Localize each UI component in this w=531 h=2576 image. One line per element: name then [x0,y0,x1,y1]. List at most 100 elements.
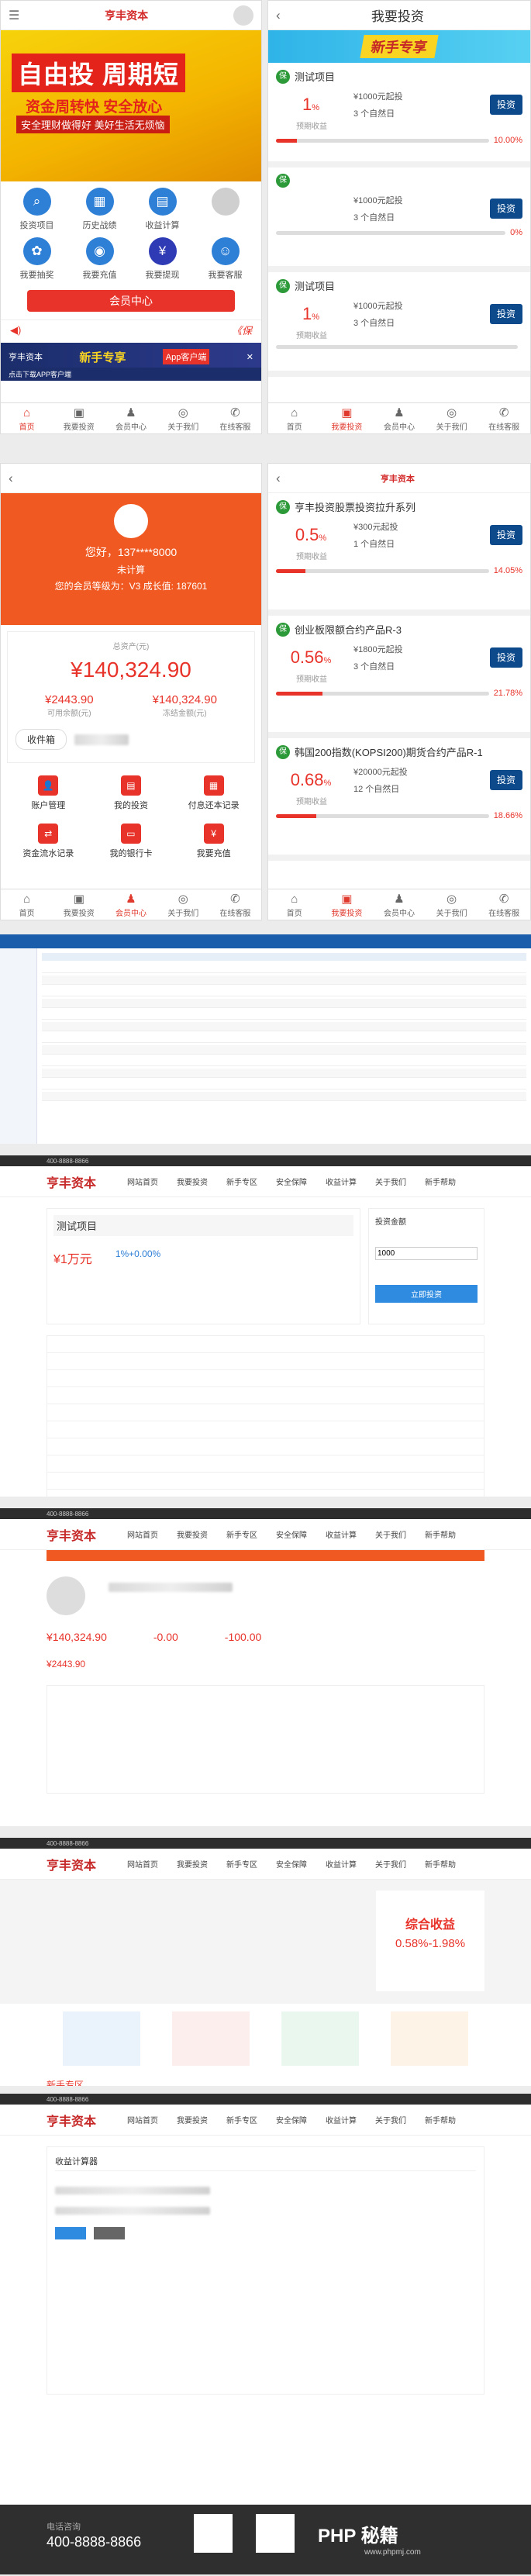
table-row[interactable] [42,1045,526,1055]
inbox-tab[interactable]: 收件箱 [16,729,67,750]
nav-item-3[interactable]: ◎ 关于我们 [426,889,478,920]
nav-item-1[interactable]: ▣ 我要投资 [321,889,374,920]
desktop-nav-item[interactable]: 网站首页 [127,2114,158,2125]
nav-item-2[interactable]: ♟ 会员中心 [105,889,157,920]
desktop-nav-item[interactable]: 收益计算 [326,2114,357,2125]
table-row[interactable] [42,999,526,1008]
desktop-nav-item[interactable]: 关于我们 [375,2114,406,2125]
member-center-button[interactable]: 会员中心 [27,290,235,312]
desktop-nav-item[interactable]: 新手帮助 [425,2114,456,2125]
invest-button[interactable]: 投资 [490,95,522,115]
desktop-nav-item[interactable]: 安全保障 [276,1858,307,1870]
desktop-nav-item[interactable]: 新手帮助 [425,1176,456,1187]
nav-item-1[interactable]: ▣ 我要投资 [53,403,105,433]
nav-item-3[interactable]: ◎ 关于我们 [157,403,209,433]
product-card[interactable]: 保韩国200指数(KOPSI200)期货合约产品R-1 0.68% ¥20000元起… [268,738,530,861]
table-row[interactable] [42,1022,526,1031]
desktop-nav-item[interactable]: 关于我们 [375,1528,406,1540]
invest-now-button[interactable]: 立即投资 [375,1285,478,1303]
nav-item-2[interactable]: ♟ 会员中心 [373,403,426,433]
menu-icon[interactable]: ☰ [9,8,19,23]
nav-item-4[interactable]: ✆ 在线客服 [478,889,530,920]
invest-button[interactable]: 投资 [490,770,522,790]
account-menu-item[interactable]: ⇄ 资金流水记录 [7,817,90,865]
desktop-nav-item[interactable]: 我要投资 [177,1176,208,1187]
nav-item-0[interactable]: ⌂ 首页 [268,403,321,433]
desktop-nav-item[interactable]: 安全保障 [276,1176,307,1187]
desktop-nav-item[interactable]: 我要投资 [177,2114,208,2125]
desktop-nav-item[interactable]: 网站首页 [127,1176,158,1187]
desktop-nav-item[interactable]: 新手专区 [226,1528,257,1540]
quick-menu-item[interactable]: ✿ 我要抽奖 [5,237,68,281]
nav-item-3[interactable]: ◎ 关于我们 [426,403,478,433]
nav-item-1[interactable]: ▣ 我要投资 [53,889,105,920]
nav-item-2[interactable]: ♟ 会员中心 [373,889,426,920]
nav-item-0[interactable]: ⌂ 首页 [268,889,321,920]
invest-button[interactable]: 投资 [490,304,522,324]
quick-menu-item[interactable]: ☺ 我要客服 [194,237,257,281]
account-menu-item[interactable]: ▭ 我的银行卡 [90,817,173,865]
desktop-nav-item[interactable]: 收益计算 [326,1176,357,1187]
nav-item-4[interactable]: ✆ 在线客服 [478,403,530,433]
quick-menu-item[interactable]: ¥ 我要提现 [131,237,194,281]
table-row[interactable] [42,1092,526,1101]
desktop-nav-item[interactable]: 我要投资 [177,1528,208,1540]
desktop-nav-item[interactable]: 收益计算 [326,1528,357,1540]
quick-menu-item[interactable]: ▤ 收益计算 [131,188,194,231]
back-icon[interactable]: ‹ [276,471,281,486]
quick-menu-item[interactable]: ⌕ 投资项目 [5,188,68,231]
nav-item-1[interactable]: ▣ 我要投资 [321,403,374,433]
avatar[interactable] [233,5,253,26]
product-card[interactable]: 保测试项目 1% ¥1000元起投 3 个自然日 投资 预期收益 [268,272,530,377]
desktop-nav-item[interactable]: 新手专区 [226,1176,257,1187]
nav-item-0[interactable]: ⌂ 首页 [1,889,53,920]
calculate-button[interactable] [55,2227,86,2239]
nav-item-0[interactable]: ⌂ 首页 [1,403,53,433]
avatar[interactable] [114,504,148,538]
quick-menu-item[interactable]: ◉ 我要充值 [68,237,131,281]
desktop-nav-item[interactable]: 安全保障 [276,2114,307,2125]
product-card[interactable]: 保 ¥1000元起投 3 个自然日 投资 0% [268,167,530,272]
desktop-nav-item[interactable]: 新手专区 [226,1858,257,1870]
reset-button[interactable] [94,2227,125,2239]
invest-button[interactable]: 投资 [490,199,522,219]
back-icon[interactable]: ‹ [9,471,13,486]
account-menu-item[interactable]: 👤 账户管理 [7,769,90,817]
invest-button[interactable]: 投资 [490,647,522,668]
promo-banner[interactable]: 自由投 周期短 资金周转快 安全放心 安全理财做得好 美好生活无烦恼 [1,30,261,181]
desktop-nav-item[interactable]: 网站首页 [127,1858,158,1870]
table-row[interactable] [42,1057,526,1066]
back-icon[interactable]: ‹ [276,8,281,23]
table-row[interactable] [42,975,526,985]
desktop-nav-item[interactable]: 安全保障 [276,1528,307,1540]
nav-item-4[interactable]: ✆ 在线客服 [209,403,261,433]
nav-item-3[interactable]: ◎ 关于我们 [157,889,209,920]
desktop-nav-item[interactable]: 我要投资 [177,1858,208,1870]
desktop-nav-item[interactable]: 关于我们 [375,1858,406,1870]
nav-item-2[interactable]: ♟ 会员中心 [105,403,157,433]
account-menu-item[interactable]: ▦ 付息还本记录 [172,769,255,817]
newbie-banner[interactable]: 新手专享 [268,30,530,63]
table-row[interactable] [42,1069,526,1078]
account-menu-item[interactable]: ▤ 我的投资 [90,769,173,817]
table-row[interactable] [42,1080,526,1089]
desktop-nav-item[interactable]: 新手帮助 [425,1528,456,1540]
desktop-nav-item[interactable]: 关于我们 [375,1176,406,1187]
avatar[interactable] [47,1576,85,1615]
invest-amount-input[interactable] [375,1247,478,1260]
desktop-nav-item[interactable]: 收益计算 [326,1858,357,1870]
table-row[interactable] [42,1010,526,1020]
app-download-link[interactable]: 点击下载APP客户端 [1,368,261,381]
quick-menu-item[interactable] [194,188,257,231]
account-menu-item[interactable]: ¥ 我要充值 [172,817,255,865]
desktop-nav-item[interactable]: 新手帮助 [425,1858,456,1870]
product-card[interactable]: 保亨丰投资股票投资拉升系列 0.5% ¥300元起投 1 个自然日 投资 预期收益 14.0… [268,493,530,616]
product-card[interactable]: 保创业板限额合约产品R-3 0.56% ¥1800元起投 3 个自然日 投资 预期收益 21… [268,616,530,738]
nav-item-4[interactable]: ✆ 在线客服 [209,889,261,920]
table-row[interactable] [42,1034,526,1043]
desktop-nav-item[interactable]: 网站首页 [127,1528,158,1540]
quick-menu-item[interactable]: ▦ 历史战绩 [68,188,131,231]
product-card[interactable]: 保测试项目 1% ¥1000元起投 3 个自然日 投资 预期收益 10.00% [268,63,530,167]
notice-bar[interactable]: ◀) 《保 [1,319,261,340]
app-download-banner[interactable]: 亨丰资本 新手专享 App客户端 ✕ [1,343,261,371]
